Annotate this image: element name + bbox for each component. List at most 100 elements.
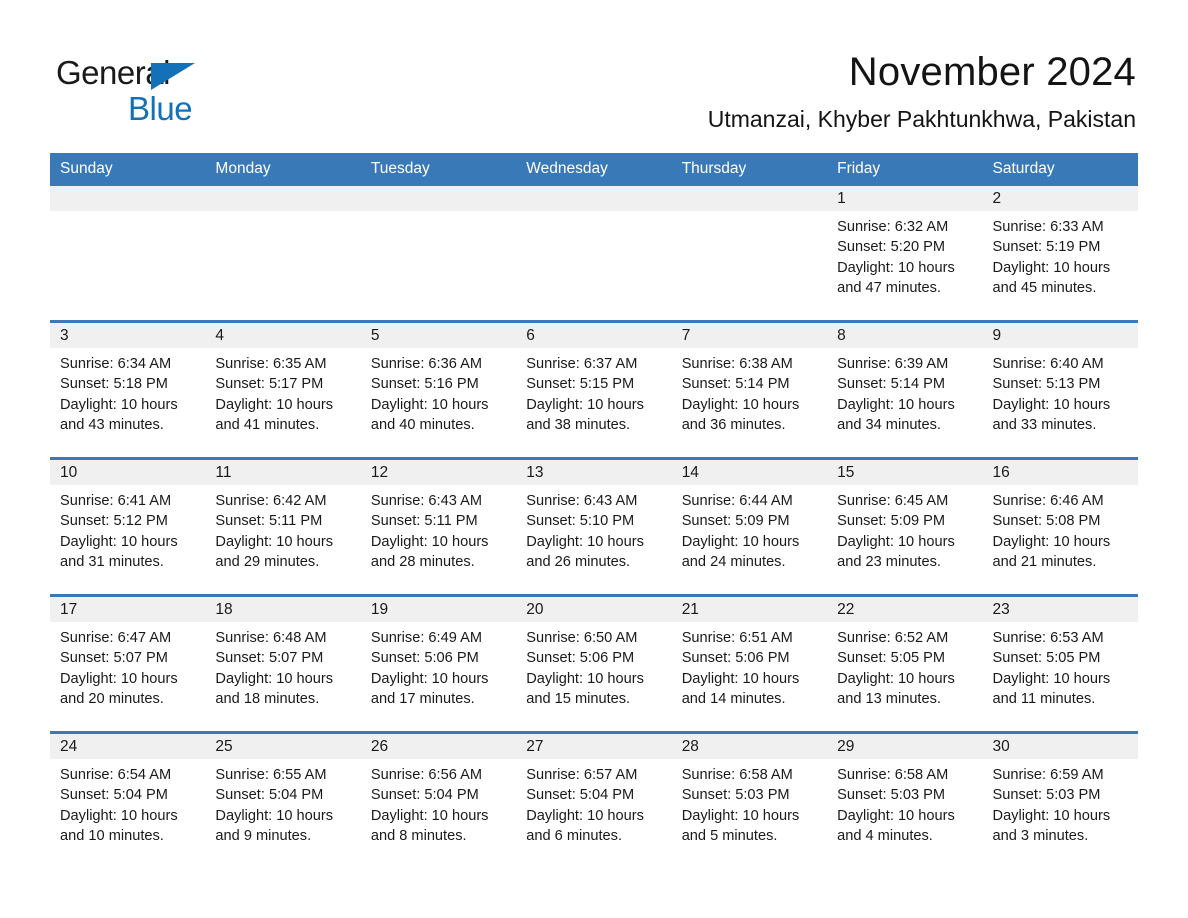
day-details: Sunrise: 6:55 AM Sunset: 5:04 PM Dayligh…: [215, 767, 334, 844]
day-number: 9: [982, 323, 1138, 349]
day-number: 2: [982, 186, 1138, 212]
day-number: 26: [360, 734, 517, 760]
day-cell[interactable]: [205, 186, 361, 322]
day-number: 12: [360, 460, 517, 486]
day-cell[interactable]: 12 Sunrise: 6:43 AM Sunset: 5:11 PM Dayli…: [360, 457, 517, 596]
weekday-header-wednesday: Wednesday: [516, 153, 672, 187]
day-cell[interactable]: 20 Sunrise: 6:50 AM Sunset: 5:06 PM Dayli…: [516, 594, 672, 733]
location-subtitle: Utmanzai, Khyber Pakhtunkhwa, Pakistan: [707, 105, 1136, 132]
day-cell[interactable]: 24 Sunrise: 6:54 AM Sunset: 5:04 PM Dayli…: [50, 731, 206, 869]
day-details: Sunrise: 6:41 AM Sunset: 5:12 PM Dayligh…: [60, 493, 178, 570]
weekday-header-thursday: Thursday: [671, 153, 828, 187]
day-number: 17: [50, 597, 206, 623]
day-details: Sunrise: 6:37 AM Sunset: 5:15 PM Dayligh…: [526, 356, 644, 433]
day-cell[interactable]: 26 Sunrise: 6:56 AM Sunset: 5:04 PM Dayli…: [360, 731, 517, 869]
day-cell[interactable]: 7 Sunrise: 6:38 AM Sunset: 5:14 PM Daylig…: [671, 320, 828, 459]
day-cell[interactable]: 25 Sunrise: 6:55 AM Sunset: 5:04 PM Dayli…: [205, 731, 361, 869]
day-number: 25: [205, 734, 361, 760]
day-number: 3: [50, 323, 206, 349]
day-number: 30: [982, 734, 1138, 760]
day-number: 28: [671, 734, 828, 760]
weekday-header-sunday: Sunday: [50, 153, 206, 187]
day-details: Sunrise: 6:54 AM Sunset: 5:04 PM Dayligh…: [60, 767, 178, 844]
day-cell[interactable]: 13 Sunrise: 6:43 AM Sunset: 5:10 PM Dayli…: [516, 457, 672, 596]
day-cell[interactable]: 3 Sunrise: 6:34 AM Sunset: 5:18 PM Daylig…: [50, 320, 206, 459]
day-number: 21: [671, 597, 828, 623]
day-details: Sunrise: 6:32 AM Sunset: 5:20 PM Dayligh…: [837, 219, 955, 296]
day-details: Sunrise: 6:35 AM Sunset: 5:17 PM Dayligh…: [215, 356, 334, 433]
day-details: [205, 211, 360, 217]
day-number: 5: [360, 323, 517, 349]
day-cell[interactable]: [360, 186, 517, 322]
day-cell[interactable]: 8 Sunrise: 6:39 AM Sunset: 5:14 PM Daylig…: [827, 320, 983, 459]
day-number: 1: [827, 186, 983, 212]
calendar-page: General Blue November 2024 Utmanzai, Khy…: [0, 0, 1188, 918]
day-cell[interactable]: 2 Sunrise: 6:33 AM Sunset: 5:19 PM Daylig…: [982, 186, 1138, 322]
day-cell[interactable]: 22 Sunrise: 6:52 AM Sunset: 5:05 PM Dayli…: [827, 594, 983, 733]
day-number: 11: [205, 460, 361, 486]
day-number: 24: [50, 734, 206, 760]
day-cell[interactable]: 14 Sunrise: 6:44 AM Sunset: 5:09 PM Dayli…: [671, 457, 828, 596]
day-cell[interactable]: [516, 186, 672, 322]
day-number: 22: [827, 597, 983, 623]
day-details: Sunrise: 6:39 AM Sunset: 5:14 PM Dayligh…: [837, 356, 955, 433]
day-number: 16: [982, 460, 1138, 486]
day-details: Sunrise: 6:34 AM Sunset: 5:18 PM Dayligh…: [60, 356, 178, 433]
day-number: 14: [671, 460, 828, 486]
day-details: Sunrise: 6:48 AM Sunset: 5:07 PM Dayligh…: [215, 630, 334, 707]
day-cell[interactable]: 29 Sunrise: 6:58 AM Sunset: 5:03 PM Dayli…: [827, 731, 983, 869]
weekday-header-tuesday: Tuesday: [360, 153, 517, 187]
week-row: 17 Sunrise: 6:47 AM Sunset: 5:07 PM Dayli…: [50, 594, 1138, 733]
weekday-header-friday: Friday: [827, 153, 983, 187]
general-blue-logo[interactable]: General Blue: [56, 48, 246, 125]
triangle-icon: [151, 63, 195, 90]
weekday-header-monday: Monday: [205, 153, 361, 187]
week-row: 10 Sunrise: 6:41 AM Sunset: 5:12 PM Dayli…: [50, 457, 1138, 596]
day-details: Sunrise: 6:50 AM Sunset: 5:06 PM Dayligh…: [526, 630, 644, 707]
day-details: Sunrise: 6:36 AM Sunset: 5:16 PM Dayligh…: [370, 356, 489, 433]
day-details: Sunrise: 6:44 AM Sunset: 5:09 PM Dayligh…: [681, 493, 800, 570]
page-title: November 2024: [848, 50, 1136, 94]
day-details: [361, 211, 516, 217]
day-number: [360, 186, 517, 212]
day-cell[interactable]: 10 Sunrise: 6:41 AM Sunset: 5:12 PM Dayli…: [50, 457, 206, 596]
day-number: 20: [516, 597, 672, 623]
day-cell[interactable]: [50, 186, 206, 322]
day-details: [516, 211, 671, 217]
day-cell[interactable]: 21 Sunrise: 6:51 AM Sunset: 5:06 PM Dayli…: [671, 594, 828, 733]
day-cell[interactable]: 11 Sunrise: 6:42 AM Sunset: 5:11 PM Dayli…: [205, 457, 361, 596]
day-number: 19: [360, 597, 517, 623]
day-cell[interactable]: 9 Sunrise: 6:40 AM Sunset: 5:13 PM Daylig…: [982, 320, 1138, 459]
day-cell[interactable]: 19 Sunrise: 6:49 AM Sunset: 5:06 PM Dayli…: [360, 594, 517, 733]
day-cell[interactable]: 6 Sunrise: 6:37 AM Sunset: 5:15 PM Daylig…: [516, 320, 672, 459]
day-cell[interactable]: 5 Sunrise: 6:36 AM Sunset: 5:16 PM Daylig…: [360, 320, 517, 459]
day-cell[interactable]: 23 Sunrise: 6:53 AM Sunset: 5:05 PM Dayli…: [982, 594, 1138, 733]
day-number: [671, 186, 828, 212]
day-details: Sunrise: 6:53 AM Sunset: 5:05 PM Dayligh…: [992, 630, 1111, 707]
day-cell[interactable]: 18 Sunrise: 6:48 AM Sunset: 5:07 PM Dayli…: [205, 594, 361, 733]
day-number: 18: [205, 597, 361, 623]
day-number: [205, 186, 361, 212]
page-header: General Blue November 2024 Utmanzai, Khy…: [0, 0, 1188, 132]
day-cell[interactable]: 4 Sunrise: 6:35 AM Sunset: 5:17 PM Daylig…: [205, 320, 361, 459]
day-cell[interactable]: 28 Sunrise: 6:58 AM Sunset: 5:03 PM Dayli…: [671, 731, 828, 869]
day-details: Sunrise: 6:51 AM Sunset: 5:06 PM Dayligh…: [681, 630, 800, 707]
day-cell[interactable]: 27 Sunrise: 6:57 AM Sunset: 5:04 PM Dayli…: [516, 731, 672, 869]
day-number: 27: [516, 734, 672, 760]
day-details: Sunrise: 6:43 AM Sunset: 5:10 PM Dayligh…: [526, 493, 644, 570]
day-cell[interactable]: [671, 186, 828, 322]
day-cell[interactable]: 16 Sunrise: 6:46 AM Sunset: 5:08 PM Dayli…: [982, 457, 1138, 596]
day-details: Sunrise: 6:45 AM Sunset: 5:09 PM Dayligh…: [837, 493, 955, 570]
day-number: 4: [205, 323, 361, 349]
day-cell[interactable]: 15 Sunrise: 6:45 AM Sunset: 5:09 PM Dayli…: [827, 457, 983, 596]
day-cell[interactable]: 30 Sunrise: 6:59 AM Sunset: 5:03 PM Dayli…: [982, 731, 1138, 869]
day-details: Sunrise: 6:38 AM Sunset: 5:14 PM Dayligh…: [681, 356, 800, 433]
weekday-header-saturday: Saturday: [982, 153, 1138, 187]
day-details: Sunrise: 6:33 AM Sunset: 5:19 PM Dayligh…: [992, 219, 1111, 296]
day-details: Sunrise: 6:58 AM Sunset: 5:03 PM Dayligh…: [837, 767, 955, 844]
day-details: Sunrise: 6:56 AM Sunset: 5:04 PM Dayligh…: [370, 767, 489, 844]
day-cell[interactable]: 1 Sunrise: 6:32 AM Sunset: 5:20 PM Daylig…: [827, 186, 983, 322]
title-block: November 2024 Utmanzai, Khyber Pakhtunkh…: [708, 48, 1136, 132]
day-details: Sunrise: 6:57 AM Sunset: 5:04 PM Dayligh…: [526, 767, 644, 844]
day-cell[interactable]: 17 Sunrise: 6:47 AM Sunset: 5:07 PM Dayli…: [50, 594, 206, 733]
